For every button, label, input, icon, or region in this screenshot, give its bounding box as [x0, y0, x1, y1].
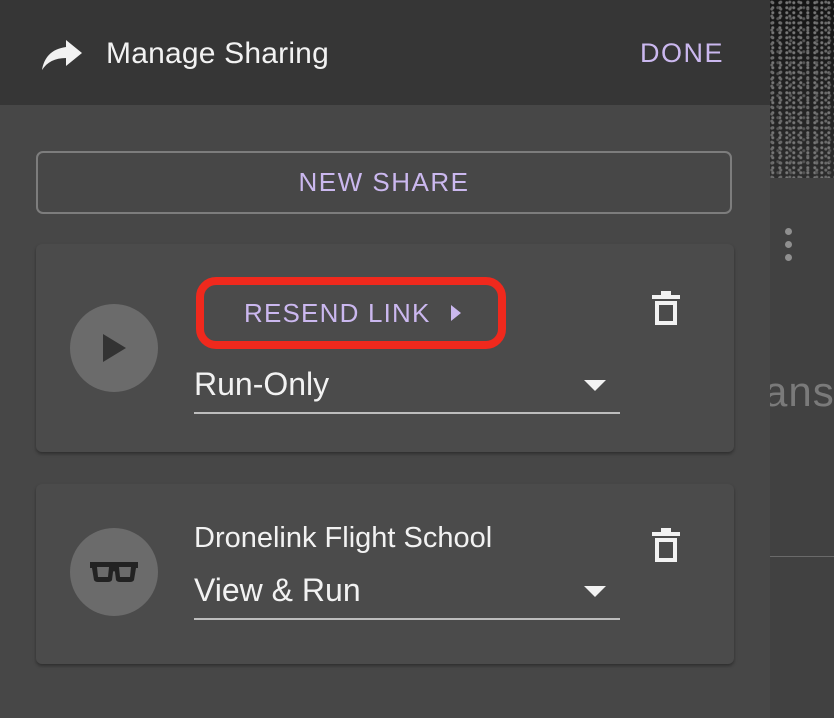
share-recipient-name: Dronelink Flight School — [194, 522, 493, 554]
share-arrow-icon — [42, 40, 82, 70]
background-divider — [770, 556, 834, 557]
dropdown-caret-icon — [584, 586, 606, 597]
panel-header: Manage Sharing DONE — [0, 0, 770, 105]
background-text: ans — [764, 368, 834, 415]
manage-sharing-panel: Manage Sharing DONE NEW SHARE RESEND LIN… — [0, 0, 770, 718]
delete-icon[interactable] — [652, 528, 680, 564]
share-card: RESEND LINK Run-Only — [36, 244, 734, 452]
background-photo — [770, 0, 834, 178]
more-vert-icon — [784, 228, 794, 268]
permission-value: Run-Only — [194, 366, 330, 402]
share-avatar — [70, 528, 158, 616]
page-title: Manage Sharing — [106, 37, 329, 70]
permission-select[interactable]: Run-Only — [194, 362, 620, 414]
resend-link-button[interactable]: RESEND LINK — [196, 277, 506, 349]
play-icon — [103, 334, 126, 362]
share-avatar — [70, 304, 158, 392]
permission-value: View & Run — [194, 572, 361, 608]
done-button[interactable]: DONE — [640, 38, 724, 69]
new-share-button[interactable]: NEW SHARE — [36, 151, 732, 214]
dropdown-caret-icon — [584, 380, 606, 391]
share-card: Dronelink Flight School View & Run — [36, 484, 734, 664]
permission-select[interactable]: View & Run — [194, 568, 620, 620]
background-app: ans — [764, 0, 834, 718]
delete-icon[interactable] — [652, 291, 680, 327]
resend-link-label: RESEND LINK — [244, 297, 431, 328]
glasses-icon — [90, 562, 138, 582]
play-arrow-icon — [450, 305, 461, 321]
